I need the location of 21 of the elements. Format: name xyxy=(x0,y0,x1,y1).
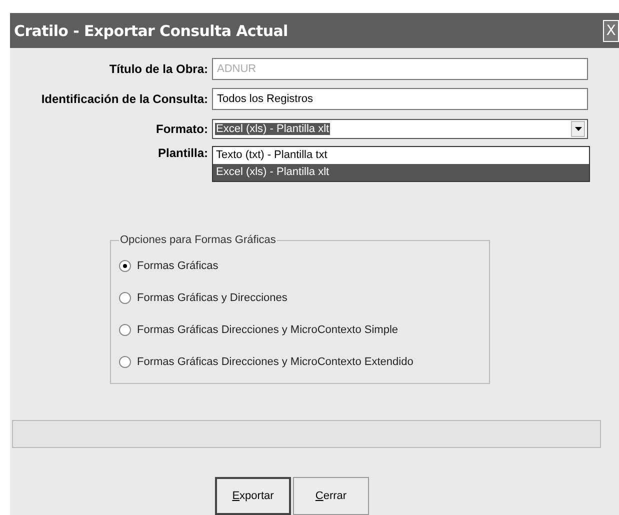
dropdown-option[interactable]: Texto (txt) - Plantilla txt xyxy=(213,147,589,164)
radio-label[interactable]: Formas Gráficas Direcciones y MicroContexto Simple xyxy=(137,324,398,336)
format-dropdown[interactable]: Excel (xls) - Plantilla xlt xyxy=(212,119,588,139)
text-field[interactable]: Todos los Registros xyxy=(212,88,588,110)
radio-button[interactable] xyxy=(119,260,131,272)
export-button[interactable]: Exportar xyxy=(215,477,291,515)
window-title: Cratilo - Exportar Consulta Actual xyxy=(13,22,288,40)
radio-button[interactable] xyxy=(119,356,131,368)
field-label: Identificación de la Consulta: xyxy=(40,92,209,106)
radio-label[interactable]: Formas Gráficas xyxy=(137,260,218,272)
field-label: Plantilla: xyxy=(156,146,209,160)
dropdown-option[interactable]: Excel (xls) - Plantilla xlt xyxy=(213,164,589,181)
radio-button[interactable] xyxy=(119,324,131,336)
field-label: Título de la Obra: xyxy=(108,62,209,76)
radio-button[interactable] xyxy=(119,292,131,304)
field-label: Formato: xyxy=(155,122,209,136)
close-dialog-button[interactable]: Cerrar xyxy=(293,477,369,515)
radio-label[interactable]: Formas Gráficas y Direcciones xyxy=(137,292,288,304)
group-title: Opciones para Formas Gráficas xyxy=(119,234,277,246)
close-button[interactable]: X xyxy=(603,20,619,42)
radio-label[interactable]: Formas Gráficas Direcciones y MicroContexto Extendido xyxy=(137,356,414,368)
